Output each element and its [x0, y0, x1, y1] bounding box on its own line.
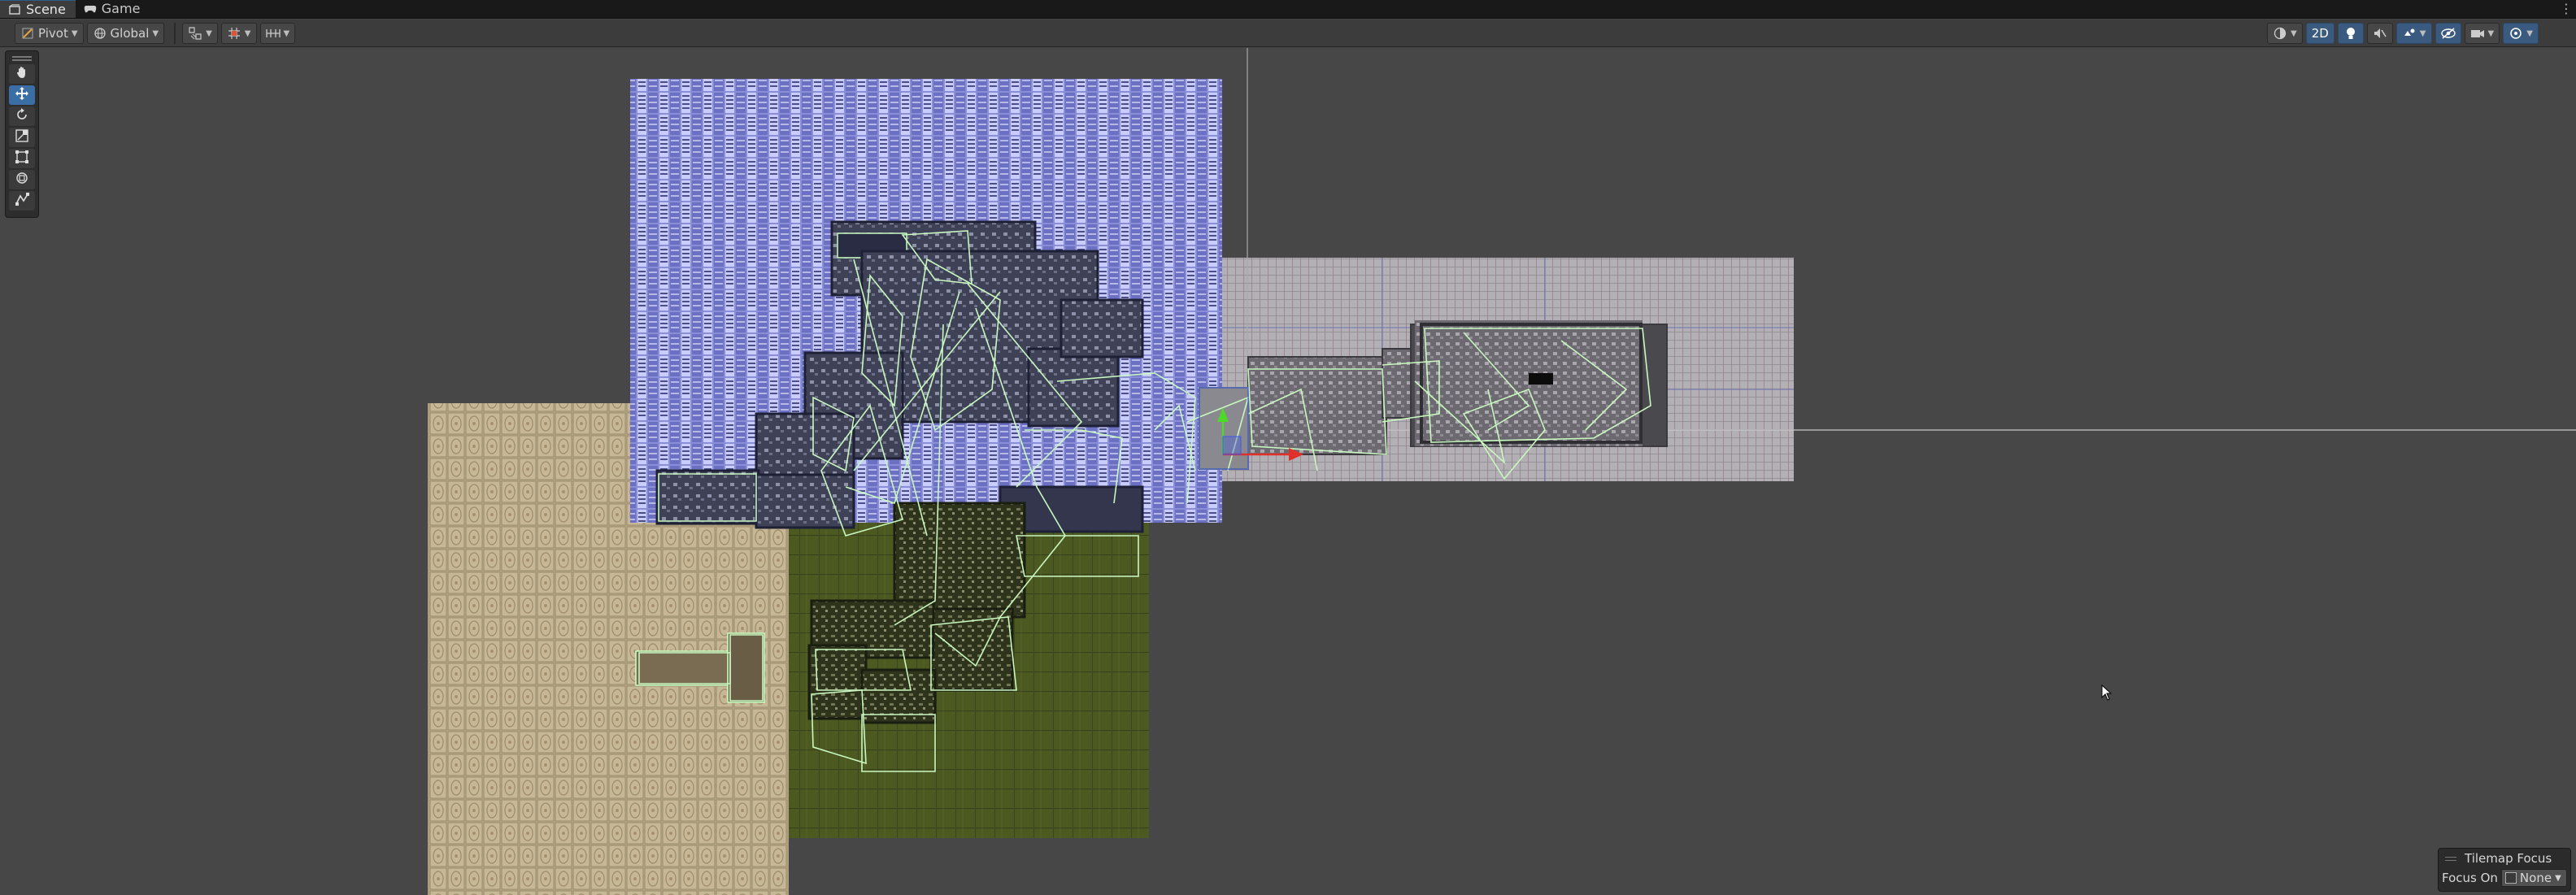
global-label: Global: [110, 26, 150, 41]
chevron-down-icon: ▼: [2419, 28, 2426, 38]
chevron-down-icon: ▼: [2526, 28, 2533, 38]
chevron-down-icon: ▼: [71, 28, 78, 38]
chevron-down-icon: ▼: [2291, 28, 2297, 38]
focus-on-value: None: [2519, 871, 2552, 885]
scene-canvas[interactable]: [0, 48, 2576, 895]
increment-snap-icon: [265, 26, 281, 41]
effects-dropdown[interactable]: ▼: [2395, 23, 2432, 44]
chevron-down-icon: ▼: [206, 28, 212, 38]
focus-on-dropdown[interactable]: None ▼: [2500, 869, 2567, 887]
pivot-label: Pivot: [38, 26, 68, 41]
scene-toolbar: Pivot ▼ Global ▼ ▼ ▼ ▼ ▼ 2D ▼ ▼ ▼: [0, 20, 2576, 47]
overlay-grip-icon[interactable]: [12, 56, 32, 61]
scale-tool[interactable]: [9, 128, 35, 147]
editor-tool-icon: [15, 193, 29, 209]
tilemap-focus-header[interactable]: Tilemap Focus: [2445, 851, 2567, 866]
rotate-icon: [15, 108, 28, 124]
grid-visibility-icon: [188, 26, 202, 41]
grid-snapping-dropdown[interactable]: ▼: [220, 23, 257, 44]
unity-scene-window: Scene Game ⋮ Pivot ▼ Global ▼ ▼ ▼ ▼ ▼ 2D…: [0, 0, 2576, 895]
chevron-down-icon: ▼: [244, 28, 251, 38]
transform-icon: [15, 172, 28, 188]
globe-icon: [93, 26, 107, 41]
pivot-dropdown[interactable]: Pivot ▼: [15, 23, 84, 44]
scene-icon: [8, 3, 21, 16]
tab-scene[interactable]: Scene: [0, 0, 76, 18]
chevron-down-icon: ▼: [152, 28, 159, 38]
global-dropdown[interactable]: Global ▼: [86, 23, 165, 44]
scale-icon: [15, 129, 28, 146]
tilemap-focus-title: Tilemap Focus: [2465, 851, 2552, 866]
scene-viewport[interactable]: [0, 48, 2576, 895]
camera-icon: [2470, 26, 2485, 41]
mouse-cursor-icon: [2101, 684, 2113, 704]
chevron-down-icon: ▼: [2487, 28, 2495, 38]
toggle-2d-label: 2D: [2311, 26, 2329, 41]
overlay-grip-icon: [2445, 856, 2456, 861]
lightbulb-icon: [2343, 26, 2358, 41]
move-arrows-icon: [15, 86, 29, 104]
gizmos-icon: [2509, 26, 2523, 41]
eye-slash-icon: [2440, 26, 2456, 41]
move-tool[interactable]: [9, 85, 35, 105]
rotate-tool[interactable]: [9, 106, 35, 126]
transform-tool[interactable]: [9, 170, 35, 189]
tab-scene-label: Scene: [26, 2, 66, 17]
hidden-objects-toggle[interactable]: [2435, 23, 2461, 44]
grid-snap-icon: [227, 26, 242, 41]
draw-mode-dropdown[interactable]: ▼: [2267, 23, 2303, 44]
tab-game[interactable]: Game: [76, 0, 150, 18]
lighting-toggle[interactable]: [2337, 23, 2364, 44]
pivot-icon: [20, 26, 35, 41]
shading-mode-icon: [2273, 26, 2287, 41]
gizmos-dropdown[interactable]: ▼: [2503, 23, 2539, 44]
tilemap-focus-overlay: Tilemap Focus Focus On None ▼: [2438, 848, 2571, 892]
grid-visibility-dropdown[interactable]: ▼: [182, 23, 218, 44]
hand-icon: [15, 66, 28, 82]
hand-tool[interactable]: [9, 64, 35, 84]
scene-camera-dropdown[interactable]: ▼: [2464, 23, 2500, 44]
chevron-down-icon: ▼: [2555, 873, 2561, 883]
effects-icon: [2402, 26, 2417, 41]
rect-tool[interactable]: [9, 149, 35, 168]
rect-transform-icon: [15, 150, 28, 167]
speaker-icon: [2373, 26, 2387, 41]
toggle-2d-button[interactable]: 2D: [2305, 23, 2334, 44]
tab-game-label: Game: [101, 1, 141, 16]
audio-toggle[interactable]: [2366, 23, 2393, 44]
focus-on-label: Focus On: [2442, 871, 2498, 885]
chevron-down-icon: ▼: [283, 28, 290, 38]
tilemap-icon: [2504, 872, 2517, 884]
tab-bar: Scene Game ⋮: [0, 0, 2576, 19]
custom-tool[interactable]: [9, 191, 35, 211]
increment-snap-dropdown[interactable]: ▼: [259, 23, 296, 44]
game-icon: [84, 2, 97, 15]
toolbar-divider: [174, 23, 176, 44]
more-options-icon[interactable]: ⋮: [2560, 1, 2573, 17]
tools-overlay: [5, 50, 39, 218]
